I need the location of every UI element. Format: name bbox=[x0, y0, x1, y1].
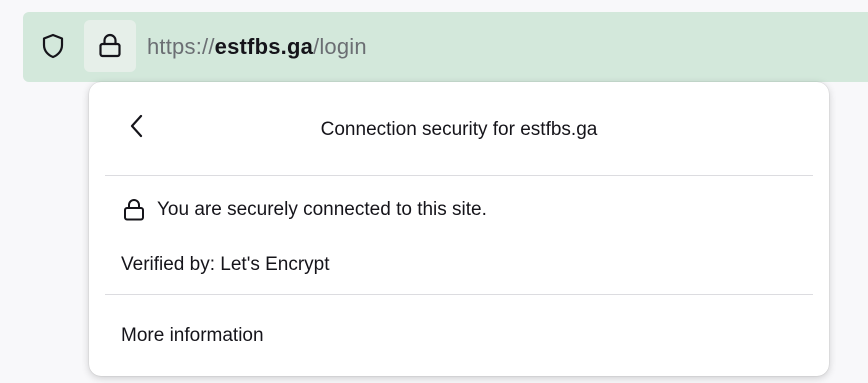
secure-connection-text: You are securely connected to this site. bbox=[157, 199, 487, 220]
tracking-protection-button[interactable] bbox=[28, 21, 78, 71]
site-security-button[interactable] bbox=[84, 20, 136, 72]
url-scheme: https:// bbox=[147, 34, 215, 59]
divider bbox=[105, 294, 813, 295]
connection-security-panel: Connection security for estfbs.ga You ar… bbox=[89, 82, 829, 376]
shield-icon bbox=[42, 33, 64, 59]
divider bbox=[105, 175, 813, 176]
url-domain: estfbs.ga bbox=[214, 34, 314, 59]
url-path: /login bbox=[313, 34, 367, 59]
verified-by-text: Verified by: Let's Encrypt bbox=[121, 254, 330, 275]
more-information-button[interactable]: More information bbox=[107, 313, 811, 359]
lock-icon bbox=[121, 197, 147, 223]
more-information-label: More information bbox=[121, 325, 264, 346]
panel-title: Connection security for estfbs.ga bbox=[320, 119, 598, 140]
secure-connection-row: You are securely connected to this site. bbox=[121, 197, 487, 223]
lock-icon bbox=[99, 33, 121, 58]
url-text[interactable]: https://estfbs.ga/login bbox=[147, 33, 367, 61]
